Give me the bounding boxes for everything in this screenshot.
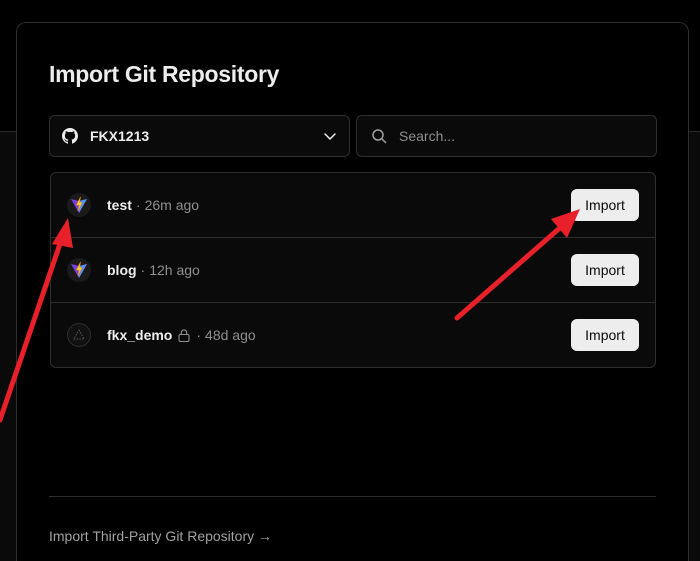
import-git-repository-card: Import Git Repository FKX1213 test [16, 22, 689, 561]
repository-name: blog [107, 262, 137, 278]
repository-row: fkx_demo · 48d ago Import [51, 303, 655, 367]
repository-row: test · 26m ago Import [51, 173, 655, 238]
footer-divider [49, 496, 656, 497]
separator-dot: · [135, 197, 141, 213]
import-button[interactable]: Import [571, 319, 639, 351]
repository-updated-age: 48d ago [205, 327, 256, 343]
lock-icon [178, 328, 190, 342]
github-icon [62, 128, 78, 144]
import-button[interactable]: Import [571, 189, 639, 221]
search-field[interactable] [356, 115, 657, 157]
vite-icon [67, 258, 91, 282]
repository-name: test [107, 197, 132, 213]
search-input[interactable] [399, 128, 639, 144]
repository-list: test · 26m ago Import blog · 12h ago Imp… [50, 172, 656, 368]
separator-dot: · [196, 327, 202, 343]
import-third-party-link[interactable]: Import Third-Party Git Repository → [49, 528, 272, 544]
import-button[interactable]: Import [571, 254, 639, 286]
vite-icon [67, 193, 91, 217]
page-title: Import Git Repository [49, 61, 280, 87]
vercel-icon [67, 323, 91, 347]
repository-name: fkx_demo [107, 327, 173, 343]
chevron-down-icon [324, 133, 336, 140]
repository-updated-age: 12h ago [149, 262, 200, 278]
separator-dot: · [140, 262, 146, 278]
search-icon [372, 129, 387, 144]
repository-row: blog · 12h ago Import [51, 238, 655, 303]
repository-updated-age: 26m ago [144, 197, 200, 213]
account-select[interactable]: FKX1213 [49, 115, 350, 157]
account-select-value: FKX1213 [90, 128, 150, 144]
